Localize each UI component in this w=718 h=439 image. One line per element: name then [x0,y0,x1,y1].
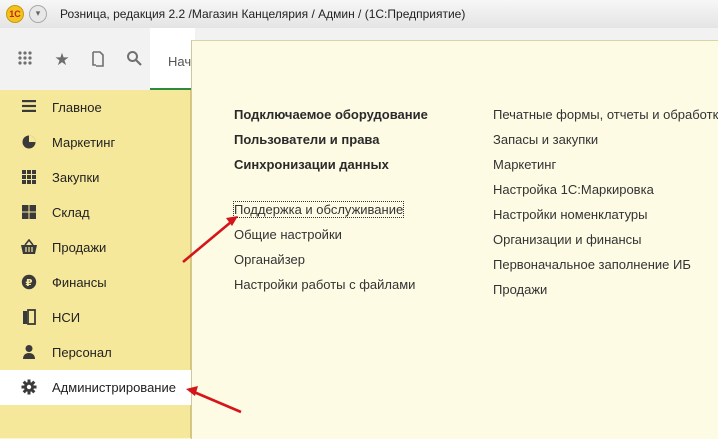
sidebar-item-staff[interactable]: Персонал [0,335,190,370]
link-data-synchronization[interactable]: Синхронизации данных [234,154,428,179]
link-organizations-finance[interactable]: Организации и финансы [493,229,718,254]
pie-chart-icon [20,134,38,152]
link-marking-settings[interactable]: Настройка 1С:Маркировка [493,179,718,204]
search-icon[interactable] [124,50,144,71]
link-file-settings[interactable]: Настройки работы с файлами [234,274,428,299]
link-initial-fill[interactable]: Первоначальное заполнение ИБ [493,254,718,279]
sidebar-item-sales[interactable]: Продажи [0,230,190,265]
gear-icon [20,379,38,397]
sidebar-item-label: Финансы [52,275,107,290]
link-stock-and-purchases[interactable]: Запасы и закупки [493,129,718,154]
svg-text:₽: ₽ [26,278,33,289]
link-print-forms[interactable]: Печатные формы, отчеты и обработки [493,104,718,129]
toolbar-strip [195,28,718,40]
app-logo-icon[interactable]: 1С [6,5,24,23]
sidebar-item-marketing[interactable]: Маркетинг [0,125,190,160]
link-users-and-rights[interactable]: Пользователи и права [234,129,428,154]
history-icon[interactable] [88,50,108,73]
basket-icon [20,238,38,257]
sidebar-item-reference-data[interactable]: НСИ [0,300,190,335]
window-title: Розница, редакция 2.2 /Магазин Канцеляри… [60,7,466,21]
sidebar-item-label: Склад [52,205,90,220]
apps-grid-icon[interactable] [15,50,35,71]
sidebar-item-label: Главное [52,100,102,115]
link-marketing[interactable]: Маркетинг [493,154,718,179]
sidebar-item-label: Продажи [52,240,107,255]
main-menu-button[interactable]: ▾ [29,5,47,23]
link-organizer[interactable]: Органайзер [234,249,428,274]
person-icon [20,344,38,362]
panel-column-right: Печатные формы, отчеты и обработки Запас… [493,104,718,304]
link-support-label: Поддержка и обслуживание [232,201,405,218]
reference-icon [20,309,38,327]
sidebar-item-finance[interactable]: ₽ Финансы [0,265,190,300]
sidebar-item-label: Персонал [52,345,112,360]
sidebar-item-warehouse[interactable]: Склад [0,195,190,230]
grid-table-icon [20,169,38,187]
sections-sidebar: Главное Маркетинг Закупки Склад Продажи … [0,90,191,438]
list-icon [20,99,38,117]
sidebar-item-main[interactable]: Главное [0,90,190,125]
link-general-settings[interactable]: Общие настройки [234,224,428,249]
warehouse-icon [20,204,38,222]
star-icon[interactable]: ★ [52,50,72,70]
sidebar-item-label: Маркетинг [52,135,116,150]
link-connected-equipment[interactable]: Подключаемое оборудование [234,104,428,129]
sidebar-item-label: Администрирование [52,380,176,395]
sidebar-item-purchases[interactable]: Закупки [0,160,190,195]
link-support-and-maintenance[interactable]: Поддержка и обслуживание [232,199,428,224]
sidebar-item-label: Закупки [52,170,100,185]
link-sales[interactable]: Продажи [493,279,718,304]
window-titlebar: 1С ▾ Розница, редакция 2.2 /Магазин Канц… [0,0,718,29]
ruble-icon: ₽ [20,274,38,292]
sidebar-item-administration[interactable]: Администрирование [0,370,191,405]
panel-column-left: Подключаемое оборудование Пользователи и… [232,104,428,299]
link-nomenclature-settings[interactable]: Настройки номенклатуры [493,204,718,229]
sidebar-item-label: НСИ [52,310,81,325]
tab-home-label: Нач [168,54,192,69]
